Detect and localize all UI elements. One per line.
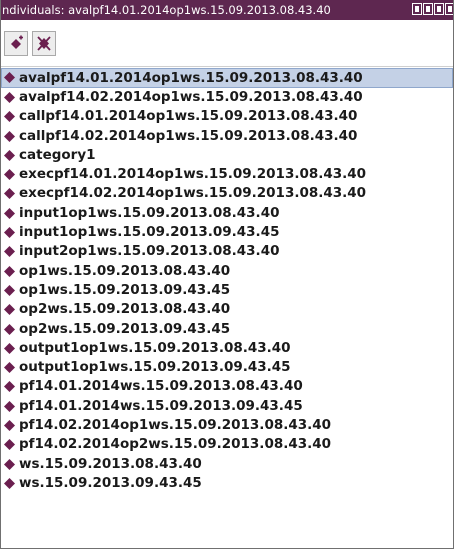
list-item-label: execpf14.01.2014op1ws.15.09.2013.08.43.4… <box>19 166 367 183</box>
list-item[interactable]: op1ws.15.09.2013.09.43.45 <box>1 281 453 300</box>
list-item[interactable]: op1ws.15.09.2013.08.43.40 <box>1 262 453 281</box>
list-item[interactable]: avalpf14.01.2014op1ws.15.09.2013.08.43.4… <box>1 68 453 88</box>
list-item[interactable]: op2ws.15.09.2013.08.43.40 <box>1 300 453 319</box>
panel-title-bar: ndividuals: avalpf14.01.2014op1ws.15.09.… <box>1 0 453 20</box>
list-item-label: callpf14.01.2014op1ws.15.09.2013.08.43.4… <box>19 108 358 125</box>
individual-icon <box>4 284 15 296</box>
list-item[interactable]: input1op1ws.15.09.2013.08.43.40 <box>1 204 453 223</box>
individual-icon <box>4 265 15 277</box>
individual-icon <box>4 439 15 451</box>
list-item-label: op2ws.15.09.2013.09.43.45 <box>19 320 231 337</box>
list-item[interactable]: output1op1ws.15.09.2013.09.43.45 <box>1 358 453 377</box>
individual-icon <box>4 362 15 374</box>
individual-icon <box>4 111 15 123</box>
list-item[interactable]: pf14.02.2014op2ws.15.09.2013.08.43.40 <box>1 435 453 454</box>
delete-individual-icon <box>37 36 51 51</box>
list-item[interactable]: op2ws.15.09.2013.09.43.45 <box>1 320 453 339</box>
individuals-list: avalpf14.01.2014op1ws.15.09.2013.08.43.4… <box>1 68 453 548</box>
list-item-label: avalpf14.02.2014op1ws.15.09.2013.08.43.4… <box>19 89 363 105</box>
individual-icon <box>4 188 15 200</box>
individual-icon <box>4 458 15 470</box>
list-item-label: input1op1ws.15.09.2013.08.43.40 <box>19 204 280 221</box>
individual-icon <box>4 342 15 354</box>
list-item-label: pf14.02.2014op2ws.15.09.2013.08.43.40 <box>19 436 332 453</box>
individual-icon <box>4 92 15 103</box>
individual-icon <box>4 130 15 142</box>
view-toggle-icon[interactable] <box>412 3 422 15</box>
list-item[interactable]: callpf14.02.2014op1ws.15.09.2013.08.43.4… <box>1 127 453 146</box>
list-item[interactable]: pf14.01.2014ws.15.09.2013.08.43.40 <box>1 377 453 396</box>
individuals-panel: ndividuals: avalpf14.01.2014op1ws.15.09.… <box>0 0 454 549</box>
list-item-label: category1 <box>19 146 96 163</box>
list-item-label: input2op1ws.15.09.2013.08.43.40 <box>19 243 280 260</box>
list-item-label: avalpf14.01.2014op1ws.15.09.2013.08.43.4… <box>19 70 363 86</box>
individual-icon <box>4 207 15 219</box>
maximize-icon[interactable] <box>423 3 433 15</box>
list-item-label: pf14.02.2014op1ws.15.09.2013.08.43.40 <box>19 417 332 434</box>
individual-icon <box>4 227 15 239</box>
panel-title: ndividuals: avalpf14.01.2014op1ws.15.09.… <box>2 3 331 17</box>
list-item[interactable]: avalpf14.02.2014op1ws.15.09.2013.08.43.4… <box>1 88 453 107</box>
individual-icon <box>4 304 15 316</box>
individual-icon <box>4 381 15 393</box>
toolbar <box>1 20 453 67</box>
close-icon[interactable] <box>445 3 453 15</box>
list-item-label: op1ws.15.09.2013.08.43.40 <box>19 262 231 279</box>
list-item[interactable]: output1op1ws.15.09.2013.08.43.40 <box>1 339 453 358</box>
window-controls <box>412 3 453 15</box>
list-item-label: input1op1ws.15.09.2013.09.43.45 <box>19 224 280 241</box>
list-item-label: output1op1ws.15.09.2013.09.43.45 <box>19 359 291 376</box>
list-item-label: pf14.01.2014ws.15.09.2013.09.43.45 <box>19 397 303 414</box>
individual-icon <box>4 72 15 83</box>
individual-icon <box>4 400 15 412</box>
list-item[interactable]: execpf14.01.2014op1ws.15.09.2013.08.43.4… <box>1 165 453 184</box>
individual-icon <box>4 420 15 432</box>
list-item[interactable]: ws.15.09.2013.09.43.45 <box>1 474 453 493</box>
list-item[interactable]: input2op1ws.15.09.2013.08.43.40 <box>1 242 453 261</box>
list-item-label: op2ws.15.09.2013.08.43.40 <box>19 301 231 318</box>
add-individual-button[interactable] <box>4 31 28 56</box>
list-item[interactable]: input1op1ws.15.09.2013.09.43.45 <box>1 223 453 242</box>
individual-icon <box>4 477 15 489</box>
list-item-label: ws.15.09.2013.08.43.40 <box>19 455 202 472</box>
list-item-label: output1op1ws.15.09.2013.08.43.40 <box>19 339 291 356</box>
add-individual-icon <box>11 35 23 49</box>
list-item[interactable]: pf14.02.2014op1ws.15.09.2013.08.43.40 <box>1 416 453 435</box>
list-item[interactable]: callpf14.01.2014op1ws.15.09.2013.08.43.4… <box>1 107 453 126</box>
list-item-label: execpf14.02.2014op1ws.15.09.2013.08.43.4… <box>19 185 367 202</box>
list-item-label: callpf14.02.2014op1ws.15.09.2013.08.43.4… <box>19 127 358 144</box>
list-item-label: op1ws.15.09.2013.09.43.45 <box>19 281 231 298</box>
list-item[interactable]: execpf14.02.2014op1ws.15.09.2013.08.43.4… <box>1 184 453 203</box>
list-item[interactable]: pf14.01.2014ws.15.09.2013.09.43.45 <box>1 397 453 416</box>
individual-icon <box>4 169 15 181</box>
individual-icon <box>4 323 15 335</box>
list-item-label: ws.15.09.2013.09.43.45 <box>19 474 202 491</box>
list-item-label: pf14.01.2014ws.15.09.2013.08.43.40 <box>19 378 303 395</box>
list-item[interactable]: category1 <box>1 146 453 165</box>
list-item[interactable]: ws.15.09.2013.08.43.40 <box>1 455 453 474</box>
individual-icon <box>4 246 15 258</box>
individual-icon <box>4 149 15 161</box>
delete-individual-button[interactable] <box>32 31 56 56</box>
restore-icon[interactable] <box>434 3 444 15</box>
